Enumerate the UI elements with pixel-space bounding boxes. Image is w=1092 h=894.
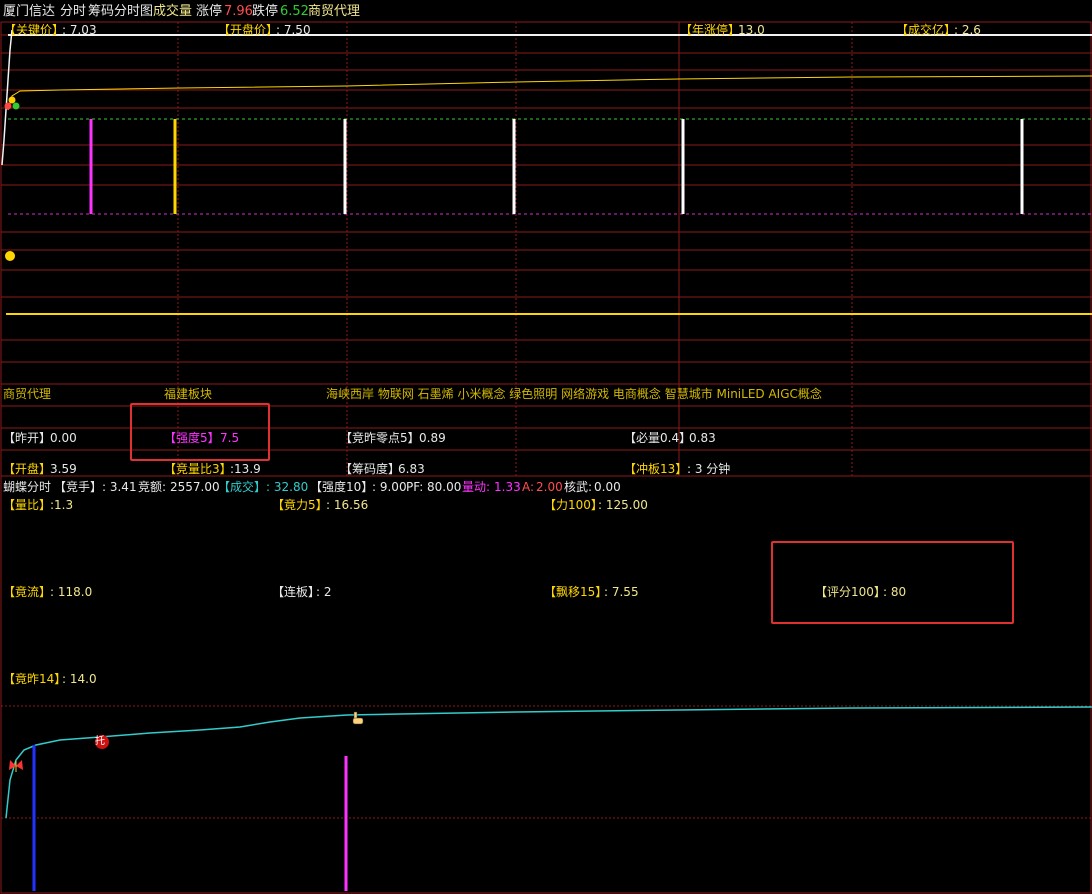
chengjiaoyi-label: 【成交亿】 — [896, 23, 957, 37]
zhangting-label: 涨停 — [196, 4, 223, 19]
guanjian-label: 【关键价】 — [4, 23, 65, 37]
avg-price-line — [7, 75, 1092, 111]
biliang-label: 【必量0.4】 — [624, 431, 692, 445]
jingli5-value: : 16.56 — [326, 498, 369, 512]
jingshou-label: 【竞手】 — [54, 480, 103, 494]
liangdong-value: 1.33 — [494, 480, 521, 494]
nianzhangting-label: 【年涨停】 — [680, 23, 741, 37]
info-sector: 商贸代理 — [3, 387, 52, 401]
guanjian-value: : 7.03 — [62, 23, 97, 37]
jingzuo14-label: 【竟昨14】 — [3, 672, 67, 686]
jingliangbi-label: 【竞量比3】 — [164, 462, 232, 476]
jingliu-label: 【竟流】 — [3, 585, 52, 599]
liangdong-label: 量动: — [462, 480, 491, 494]
jinge-value: 2557.00 — [170, 480, 220, 494]
kaipanjia-value: : 7.50 — [276, 23, 311, 37]
dieting-value: 6.52 — [280, 4, 309, 19]
a-label: A: — [522, 480, 535, 494]
jingzuolingdian-value: 0.89 — [419, 431, 446, 445]
piaoyi-value: : 7.55 — [604, 585, 639, 599]
lianban-label: 【连板】 — [272, 585, 321, 599]
choumadu-label: 【筹码度】 — [340, 462, 401, 476]
nianzhangting-value: 13.0 — [738, 23, 765, 37]
kaipan-label: 【开盘】 — [3, 462, 52, 476]
jingliu-value: : 118.0 — [50, 585, 93, 599]
kaipan-value: 3.59 — [50, 462, 77, 476]
stock-name: 厦门信达 — [3, 4, 56, 19]
qiangdu10-value: : 9.00 — [372, 480, 407, 494]
li100-label: 【力100】 — [544, 498, 603, 512]
chengjiaoyi-value: : 2.6 — [954, 23, 981, 37]
info-region: 福建板块 — [164, 387, 213, 401]
a-value: 2.00 — [536, 480, 563, 494]
lianban-value: : 2 — [316, 585, 332, 599]
jinge-label: 竞额: — [138, 480, 167, 494]
volume-label[interactable]: 成交量 — [153, 4, 192, 20]
liangbi-label: 【量比】 — [3, 498, 52, 512]
chengjiao-value: : 32.80 — [266, 480, 309, 494]
pf-label: PF: — [406, 480, 424, 494]
hewu-value: 0.00 — [594, 480, 621, 494]
biliang-value: 0.83 — [689, 431, 716, 445]
kaipanjia-label: 【开盘价】 — [218, 23, 279, 37]
piaoyi-label: 【飘移15】 — [544, 585, 608, 599]
butterfly-title: 蝴蝶分时 — [3, 480, 52, 494]
info-concepts: 海峡西岸 物联网 石墨烯 小米概念 绿色照明 网络游戏 电商概念 智慧城市 Mi… — [326, 387, 822, 401]
butterfly-icon — [9, 760, 23, 772]
header-sector: 商贸代理 — [308, 4, 361, 19]
jingliangbi-value: :13.9 — [230, 462, 261, 476]
qiangdu10-label: 【强度10】 — [310, 480, 374, 494]
highlight-box-qiangdu — [130, 403, 270, 461]
tuo-marker-label: 托 — [95, 736, 105, 747]
tab-fenshi[interactable]: 分时 — [60, 4, 86, 20]
hand-cursor-icon — [352, 711, 364, 725]
zuokai-label: 【昨开】 — [3, 431, 52, 445]
choumadu-value: 6.83 — [398, 462, 425, 476]
hewu-label: 核武: — [564, 480, 593, 494]
chongban-label: 【冲板13】 — [624, 462, 688, 476]
pf-value: 80.00 — [427, 480, 462, 494]
tab-chouma-fenshi[interactable]: 筹码分时图 — [88, 4, 153, 20]
cyan-line — [5, 706, 1092, 819]
highlight-box-pingfen — [771, 541, 1014, 624]
jingzuolingdian-label: 【竞昨零点5】 — [340, 431, 420, 445]
zuokai-value: 0.00 — [50, 431, 77, 445]
jingzuo14-value: : 14.0 — [62, 672, 97, 686]
jingli5-label: 【竟力5】 — [272, 498, 328, 512]
dieting-label: 跌停 — [252, 4, 279, 19]
liangbi-value: :1.3 — [50, 498, 74, 512]
chengjiao-label: 【成交】 — [218, 480, 267, 494]
zhangting-value: 7.96 — [224, 4, 253, 19]
li100-value: : 125.00 — [598, 498, 648, 512]
chongban-value: : 3 分钟 — [687, 462, 731, 476]
yellow-dot — [5, 251, 15, 261]
jingshou-value: : 3.41 — [102, 480, 137, 494]
